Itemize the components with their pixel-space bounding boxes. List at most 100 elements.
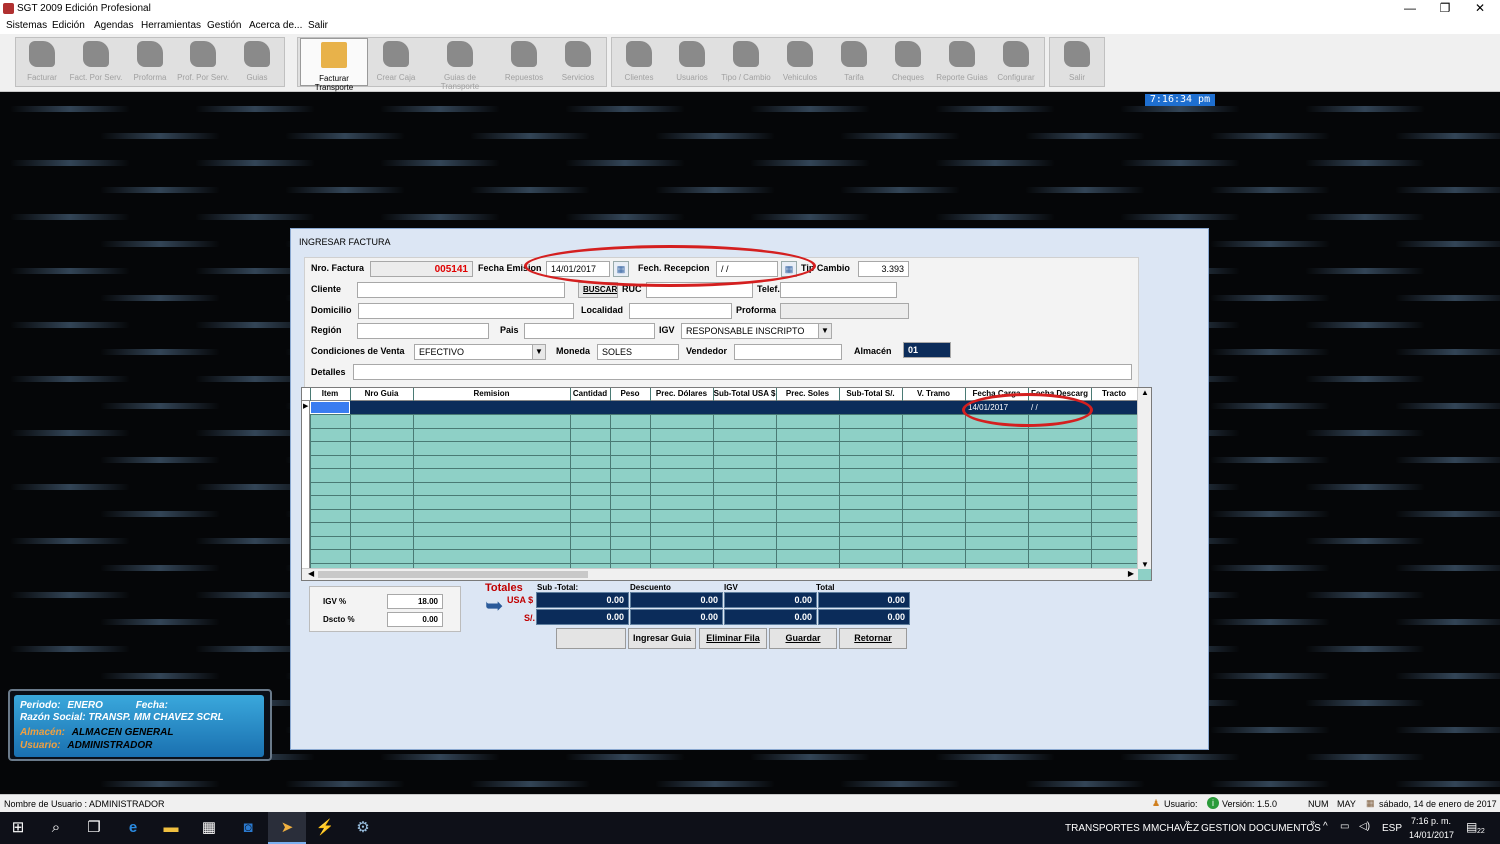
col-prec-dolares[interactable]: Prec. Dólares — [650, 389, 713, 398]
col-item[interactable]: Item — [310, 389, 350, 398]
col-subtotal-usa[interactable]: Sub-Total USA $ — [713, 389, 776, 398]
task-view-icon[interactable]: ❐ — [84, 818, 104, 838]
status-user: Nombre de Usuario : ADMINISTRADOR — [4, 799, 165, 809]
condiciones-select[interactable]: EFECTIVO — [414, 344, 534, 360]
facturar-transporte-button[interactable]: Facturar Transporte — [300, 38, 368, 92]
almacen-field[interactable]: 01 — [903, 342, 951, 358]
telef-field[interactable] — [780, 282, 897, 298]
close-button[interactable]: ✕ — [1465, 1, 1495, 17]
bolt-app-icon[interactable]: ⚡ — [315, 818, 335, 838]
ingresar-guia-button[interactable]: Ingresar Guia — [628, 628, 696, 649]
windows-start-icon[interactable]: ⊞ — [8, 818, 28, 838]
vehiculos-button[interactable]: Vehiculos — [774, 38, 826, 86]
domicilio-field[interactable] — [358, 303, 574, 319]
menu-salir[interactable]: Salir — [308, 20, 328, 31]
guardar-button[interactable]: Guardar — [769, 628, 837, 649]
guias-button[interactable]: Guias — [232, 38, 282, 86]
active-app-tab[interactable]: ➤ — [268, 812, 306, 844]
blank-button[interactable] — [556, 628, 626, 649]
volume-icon[interactable]: ◁) — [1359, 821, 1370, 832]
grid-vertical-scrollbar[interactable]: ▲ ▼ — [1137, 388, 1151, 569]
background-stripe — [100, 619, 220, 625]
background-stripe — [100, 511, 220, 517]
facturar-button[interactable]: Facturar — [18, 38, 66, 86]
edge-icon[interactable]: e — [123, 818, 143, 838]
col-cantidad[interactable]: Cantidad — [570, 389, 610, 398]
background-stripe — [195, 106, 315, 112]
language-indicator[interactable]: ESP — [1382, 823, 1402, 834]
scroll-down-icon[interactable]: ▼ — [1141, 560, 1149, 569]
prof-por-serv-button[interactable]: Prof. Por Serv. — [176, 38, 230, 86]
col-peso[interactable]: Peso — [610, 389, 650, 398]
toolbar-expand-2-icon[interactable]: » — [1310, 817, 1315, 827]
tipo-cambio-button[interactable]: Tipo / Cambio — [720, 38, 772, 86]
store-icon[interactable]: ▦ — [199, 818, 219, 838]
scroll-left-icon[interactable]: ◀ — [308, 569, 314, 578]
menu-agendas[interactable]: Agendas — [94, 20, 133, 31]
retornar-button[interactable]: Retornar — [839, 628, 907, 649]
restore-button[interactable]: ❐ — [1430, 1, 1460, 17]
menu-sistemas[interactable]: Sistemas — [6, 20, 47, 31]
grid-horizontal-scrollbar[interactable]: ◀ ▶ — [302, 568, 1138, 580]
col-remision[interactable]: Remision — [413, 389, 570, 398]
configurar-button[interactable]: Configurar — [990, 38, 1042, 86]
grid-active-cell[interactable] — [310, 401, 350, 414]
repuestos-button[interactable]: Repuestos — [498, 38, 550, 86]
nro-factura-field[interactable]: 005141 — [370, 261, 473, 277]
menu-acerca[interactable]: Acerca de... — [249, 20, 302, 31]
region-field[interactable] — [357, 323, 489, 339]
background-stripe — [655, 781, 775, 787]
dscto-field[interactable]: 0.00 — [387, 612, 443, 627]
tipo-cambio-field[interactable]: 3.393 — [858, 261, 909, 277]
localidad-field[interactable] — [629, 303, 732, 319]
notification-icon[interactable]: ▤ — [1466, 820, 1477, 834]
moneda-label: Moneda — [556, 346, 591, 356]
file-explorer-icon[interactable]: ▬ — [161, 818, 181, 838]
taskbar-toolbar-1[interactable]: TRANSPORTES MMCHAVEZ — [1065, 823, 1199, 834]
cliente-field[interactable] — [357, 282, 565, 298]
minimize-button[interactable]: — — [1395, 1, 1425, 17]
igv-pct-field[interactable]: 18.00 — [387, 594, 443, 609]
col-nro-guia[interactable]: Nro Guia — [350, 389, 413, 398]
vendedor-field[interactable] — [734, 344, 842, 360]
col-v-tramo[interactable]: V. Tramo — [902, 389, 965, 398]
col-tracto[interactable]: Tracto — [1091, 389, 1137, 398]
toolbar-expand-1-icon[interactable]: » — [1185, 817, 1190, 827]
search-icon[interactable]: ⌕ — [46, 818, 66, 838]
detalles-field[interactable] — [353, 364, 1132, 380]
servicios-button[interactable]: Servicios — [552, 38, 604, 86]
tarifa-button[interactable]: Tarifa — [828, 38, 880, 86]
proforma-button[interactable]: Proforma — [126, 38, 174, 86]
outlook-icon[interactable]: ◙ — [238, 818, 258, 838]
condiciones-dropdown-icon[interactable]: ▼ — [532, 344, 546, 360]
crear-caja-button[interactable]: Crear Caja — [370, 38, 422, 86]
proforma-field[interactable] — [780, 303, 909, 319]
salir-button[interactable]: Salir — [1052, 38, 1102, 86]
reporte-guias-button[interactable]: Reporte Guias — [936, 38, 988, 86]
col-subtotal-soles[interactable]: Sub-Total S/. — [839, 389, 902, 398]
tray-chevron-icon[interactable]: ^ — [1323, 821, 1328, 832]
fact-por-serv-button[interactable]: Fact. Por Serv. — [68, 38, 124, 86]
gear-app-icon[interactable]: ⚙ — [353, 818, 373, 838]
network-icon[interactable]: ▭ — [1340, 821, 1349, 832]
menu-gestion[interactable]: Gestión — [207, 20, 241, 31]
guias-transporte-button[interactable]: Guias de Transporte — [424, 38, 496, 91]
pais-field[interactable] — [524, 323, 655, 339]
scroll-thumb[interactable] — [318, 571, 588, 578]
cheques-button[interactable]: Cheques — [882, 38, 934, 86]
igv-dropdown-icon[interactable]: ▼ — [818, 323, 832, 339]
eliminar-fila-button[interactable]: Eliminar Fila — [699, 628, 767, 649]
taskbar-toolbar-2[interactable]: GESTION DOCUMENTOS — [1201, 823, 1321, 834]
background-stripe — [1305, 160, 1425, 166]
taskbar-date[interactable]: 14/01/2017 — [1409, 830, 1454, 840]
menu-herramientas[interactable]: Herramientas — [141, 20, 201, 31]
menu-edicion[interactable]: Edición — [52, 20, 85, 31]
scroll-up-icon[interactable]: ▲ — [1141, 388, 1149, 397]
igv-select[interactable]: RESPONSABLE INSCRIPTO — [681, 323, 819, 339]
clientes-button[interactable]: Clientes — [614, 38, 664, 86]
moneda-field[interactable]: SOLES — [597, 344, 679, 360]
taskbar-time[interactable]: 7:16 p. m. — [1411, 816, 1451, 826]
usuarios-button[interactable]: Usuarios — [666, 38, 718, 86]
scroll-right-icon[interactable]: ▶ — [1128, 569, 1134, 578]
col-prec-soles[interactable]: Prec. Soles — [776, 389, 839, 398]
